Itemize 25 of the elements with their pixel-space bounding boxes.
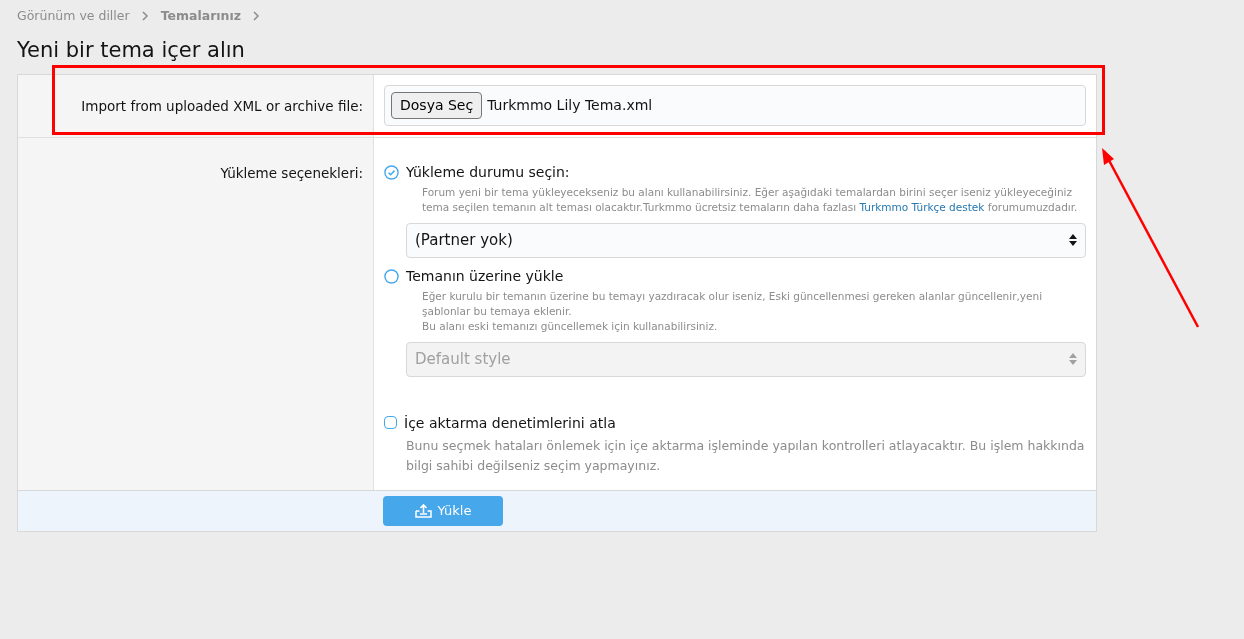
dropdown-select[interactable]: (Partner yok)	[406, 222, 1086, 258]
file-name: Turkmmo Lily Tema.xml	[487, 95, 653, 115]
sort-caret-icon	[1069, 234, 1077, 247]
forum-link[interactable]: Turkmmo Türkçe destek	[859, 200, 985, 213]
upload-icon	[414, 503, 432, 519]
field-label: Import from uploaded XML or archive file:	[81, 96, 363, 116]
page-title: Yeni bir tema içer alın	[16, 36, 246, 64]
chevron-right-icon	[253, 11, 261, 22]
chevron-right-icon	[141, 11, 149, 22]
radio-checked-icon[interactable]	[384, 164, 399, 180]
help-text: Bu alanı eski temanızı güncellemek için kullanabilirsiniz.	[422, 318, 719, 334]
help-text: Forum yeni bir tema yükleyecekseniz bu alanı kullanabilirsiniz. Eğer aşağıdaki temalardan birini seçer iseniz yükleyeceğiniz tema seçilen temanın alt teması olacaktır.Turkmmo ücretsiz temaların daha fazlası Turkmmo Türkçe destek forumumuzdadır.	[422, 184, 1079, 215]
radio-button[interactable]	[384, 268, 399, 284]
choose-file-button[interactable]: Dosya Seç	[391, 91, 483, 119]
field-label: Yükleme seçenekleri:	[220, 163, 363, 183]
file-input[interactable]: Dosya Seç Turkmmo Lily Tema.xml	[384, 84, 1086, 126]
help-text: Bunu seçmek hataları önlemek için içe aktarma işleminde yapılan kontrolleri atlayacaktır. Bu işlem hakkında bilgi sahibi değilseniz seçim yapmayınız.	[406, 436, 1086, 475]
checkbox[interactable]	[384, 415, 397, 429]
sort-caret-icon	[1069, 353, 1077, 366]
radio-label[interactable]: Temanın üzerine yükle	[406, 265, 564, 287]
select-value: Default style	[415, 349, 511, 370]
radio-label[interactable]: Yükleme durumu seçin:	[406, 161, 570, 183]
help-text: Eğer kurulu bir temanın üzerine bu temayı yazdıracak olur iseniz, Eski güncellenmesi gereken alanlar güncellenir,yeni şablonlar bu temaya eklenir.	[422, 288, 1044, 319]
select-value: (Partner yok)	[415, 230, 513, 251]
checkbox-label[interactable]: İçe aktarma denetimlerini atla	[404, 412, 616, 434]
